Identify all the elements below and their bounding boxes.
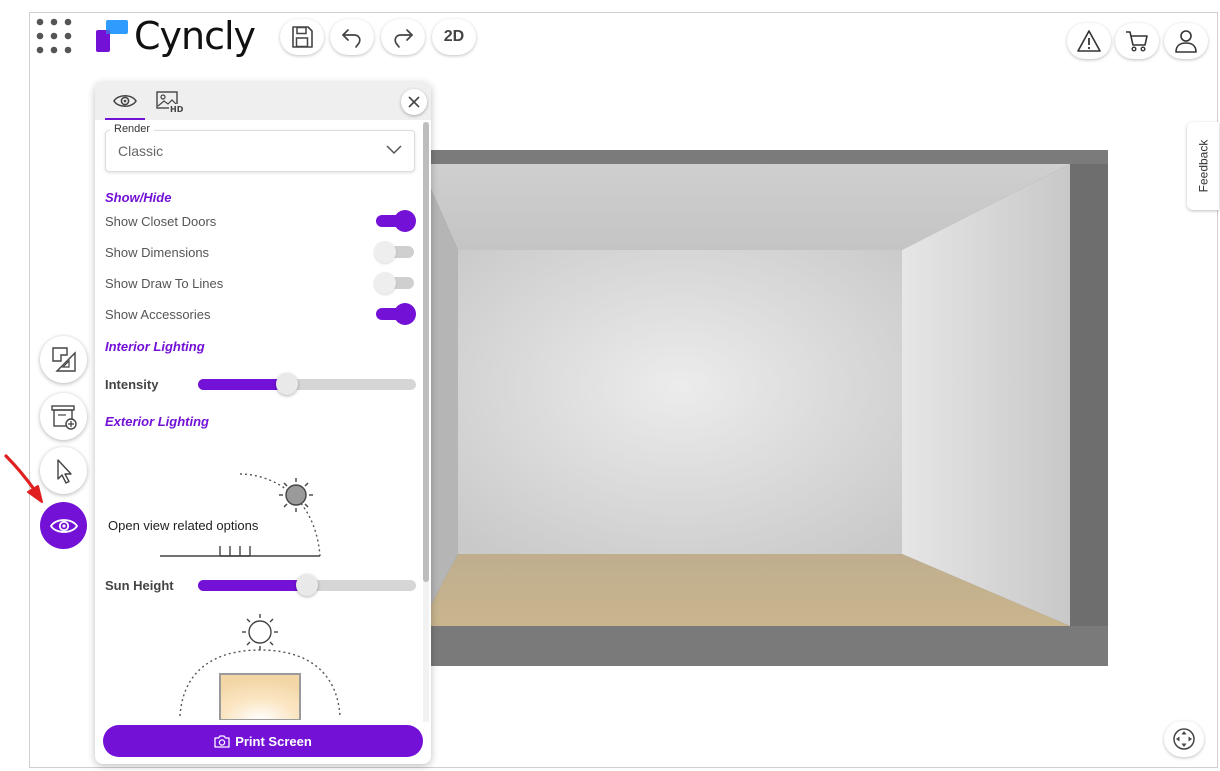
panel-scrollbar-thumb[interactable] xyxy=(423,122,429,582)
view-2d-toggle[interactable]: 2D xyxy=(432,19,476,55)
camera-icon xyxy=(214,734,230,748)
view-mode-label: 2D xyxy=(443,28,465,45)
chevron-down-icon xyxy=(386,145,402,155)
floorplan-ruler-icon xyxy=(51,346,76,372)
render-select-value: Classic xyxy=(118,143,164,159)
panel-header: HD xyxy=(95,82,431,120)
show-hide-heading: Show/Hide xyxy=(105,190,172,205)
save-button[interactable] xyxy=(280,19,324,55)
print-screen-label: Print Screen xyxy=(235,733,312,749)
intensity-label: Intensity xyxy=(105,377,159,392)
show-accessories-label: Show Accessories xyxy=(105,307,211,322)
cyncly-mark-icon xyxy=(96,20,128,52)
undo-button[interactable] xyxy=(330,19,374,55)
render-select-label: Render xyxy=(110,123,155,135)
feedback-tab[interactable]: Feedback xyxy=(1187,122,1219,210)
feedback-label: Feedback xyxy=(1196,139,1211,193)
view-options-panel: HD Classic Render Show/Hide Show Closet … xyxy=(95,82,431,764)
svg-text:HD: HD xyxy=(170,105,183,114)
save-icon xyxy=(292,26,313,48)
redo-icon xyxy=(394,29,413,48)
intensity-slider-fill xyxy=(198,379,287,390)
intensity-slider-handle[interactable] xyxy=(276,373,298,395)
tab-view[interactable] xyxy=(105,84,145,120)
sun-height-illustration xyxy=(179,614,341,720)
redo-button[interactable] xyxy=(381,19,425,55)
view-options-tooltip: Open view related options xyxy=(108,518,259,533)
sun-height-slider-fill xyxy=(198,580,307,591)
print-screen-button[interactable]: Print Screen xyxy=(103,725,423,757)
sun-height-slider[interactable] xyxy=(198,574,416,596)
show-closet-doors-toggle[interactable] xyxy=(374,210,416,232)
tab-hd-render[interactable]: HD xyxy=(149,84,189,120)
cart-button[interactable] xyxy=(1115,23,1159,59)
right-wall-edge xyxy=(1070,164,1108,626)
intensity-slider[interactable] xyxy=(198,373,416,395)
show-draw-to-lines-label: Show Draw To Lines xyxy=(105,276,224,291)
floor-edge xyxy=(420,626,1108,666)
eye-icon xyxy=(49,518,78,533)
render-select[interactable]: Classic xyxy=(105,130,415,172)
floor-plan-tool-button[interactable] xyxy=(40,336,87,383)
show-accessories-toggle[interactable] xyxy=(374,303,416,325)
exterior-lighting-heading: Exterior Lighting xyxy=(105,414,209,429)
back-wall xyxy=(458,250,902,554)
navigation-icon xyxy=(1173,728,1195,750)
close-icon xyxy=(408,96,420,108)
eye-icon xyxy=(113,95,137,107)
camera-navigation-button[interactable] xyxy=(1164,721,1204,757)
undo-icon xyxy=(342,29,361,48)
close-panel-button[interactable] xyxy=(401,89,427,115)
annotation-arrow xyxy=(4,454,43,503)
brand-logo: Cyncly xyxy=(96,14,256,58)
show-draw-to-lines-toggle[interactable] xyxy=(374,272,416,294)
show-closet-doors-label: Show Closet Doors xyxy=(105,214,217,229)
cabinet-add-icon xyxy=(50,404,77,430)
interior-lighting-heading: Interior Lighting xyxy=(105,339,205,354)
sun-height-label: Sun Height xyxy=(105,578,174,593)
user-menu-button[interactable] xyxy=(1164,23,1208,59)
apps-grid-icon[interactable] xyxy=(35,17,75,57)
add-cabinet-tool-button[interactable] xyxy=(40,393,87,440)
user-icon xyxy=(1175,30,1197,53)
cart-icon xyxy=(1126,31,1148,52)
sun-angle-illustration xyxy=(160,473,321,557)
hd-image-icon: HD xyxy=(156,91,183,114)
show-dimensions-toggle[interactable] xyxy=(374,241,416,263)
sun-height-slider-handle[interactable] xyxy=(296,574,318,596)
warnings-button[interactable] xyxy=(1067,23,1111,59)
room-3d-viewport[interactable] xyxy=(420,150,1108,666)
sun-icon xyxy=(279,478,313,512)
sun-icon xyxy=(242,614,278,650)
warning-icon xyxy=(1077,30,1101,52)
brand-name: Cyncly xyxy=(134,14,256,58)
show-dimensions-label: Show Dimensions xyxy=(105,245,210,260)
